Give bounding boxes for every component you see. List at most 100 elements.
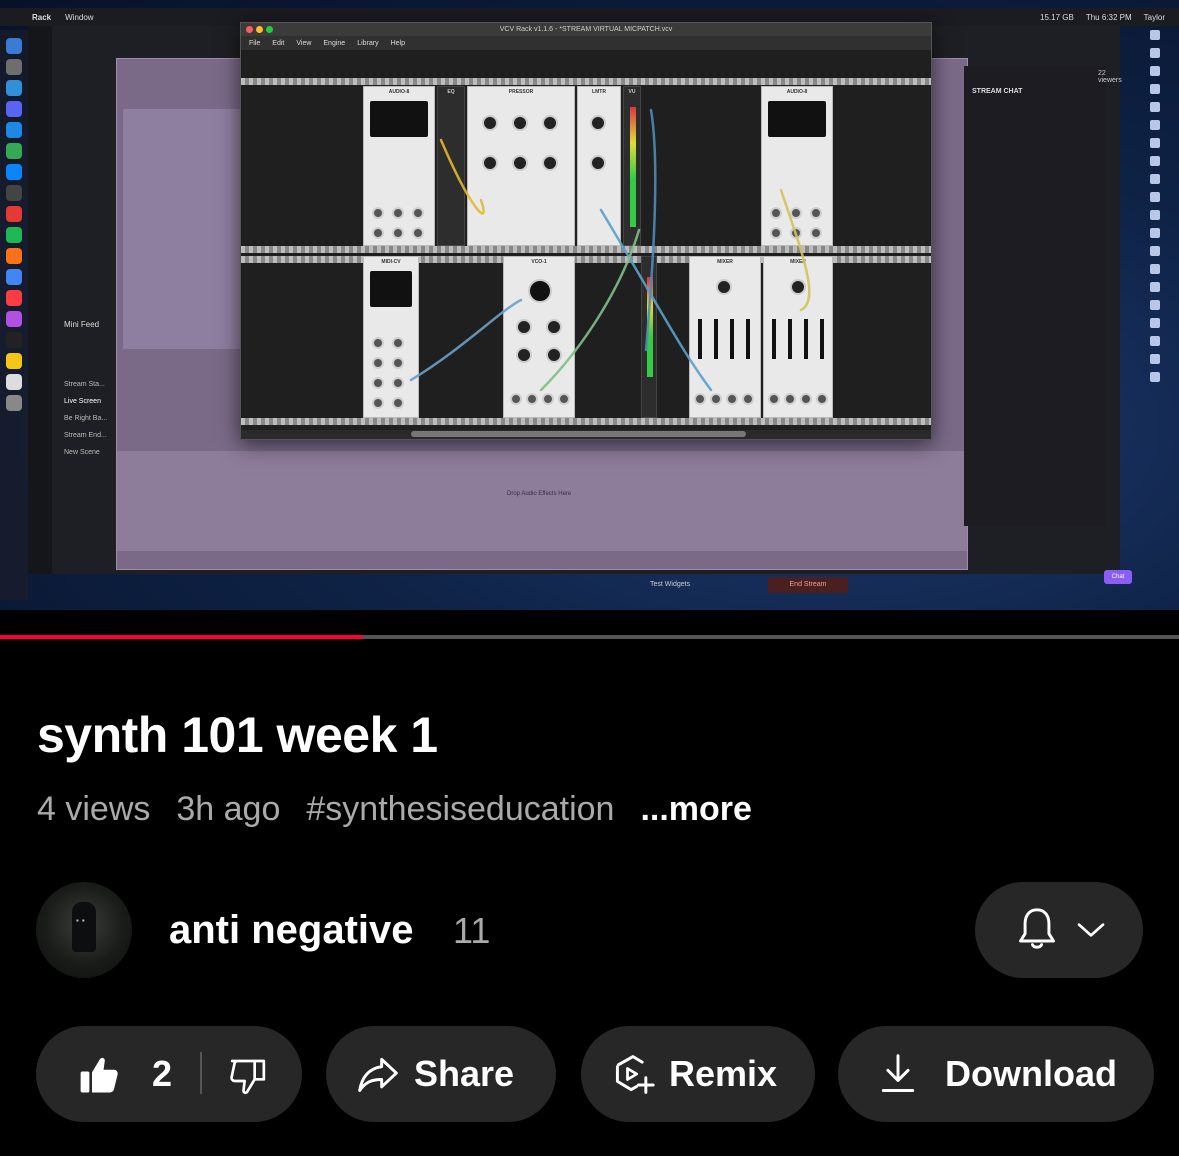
avatar-eyes: ▪▪ <box>76 916 88 925</box>
remix-button[interactable]: Remix <box>581 1026 815 1122</box>
menubar-clock: Thu 6:32 PM <box>1085 12 1132 22</box>
patch-cable <box>599 208 713 392</box>
rack-menu-item: View <box>296 39 312 47</box>
patch-cable <box>539 228 641 392</box>
close-dot-icon <box>246 26 253 33</box>
trash-icon <box>6 395 22 411</box>
zoom-dot-icon <box>266 26 273 33</box>
file-icon <box>1150 120 1160 130</box>
safari-icon <box>6 80 22 96</box>
channel-avatar[interactable]: ▪▪ <box>36 882 132 978</box>
chat-send-button: Chat <box>1104 570 1132 584</box>
file-icon <box>1150 210 1160 220</box>
viewer-count: 22 viewers <box>1098 70 1122 84</box>
scene-item: Stream Sta... <box>64 381 105 388</box>
tv-icon <box>6 332 22 348</box>
share-icon <box>358 1057 398 1092</box>
rack-area: AUDIO-8 EQ PRESSOR LMTR VU AUDIO-8 MIDI-… <box>241 50 931 430</box>
stream-chat-panel: STREAM CHAT <box>964 66 1106 526</box>
file-icon <box>1150 66 1160 76</box>
like-dislike-group: 2 <box>36 1026 302 1122</box>
ableton-live-icon <box>6 206 22 222</box>
menubar-user: Taylor <box>1143 12 1165 22</box>
video-meta[interactable]: 4 views 3h ago #synthesiseducation ...mo… <box>37 790 752 829</box>
rack-menu-item: Help <box>390 39 405 47</box>
vcv-rack-window: VCV Rack v1.1.6 - *STREAM VIRTUAL MICPAT… <box>240 22 932 440</box>
share-label: Share <box>414 1053 515 1094</box>
download-label: Download <box>945 1053 1117 1094</box>
podcasts-icon <box>6 311 22 327</box>
download-button[interactable]: Download <box>838 1026 1154 1122</box>
rack-menu-item: File <box>249 39 261 47</box>
spotify-icon <box>6 227 22 243</box>
hashtag-link[interactable]: #synthesiseducation <box>306 790 614 829</box>
rack-menubar: File Edit View Engine Library Help <box>241 36 931 50</box>
file-icon <box>1150 246 1160 256</box>
menubar-window: Window <box>65 12 94 22</box>
avatar-figure <box>72 902 96 952</box>
firefox-icon <box>6 248 22 264</box>
rack-menu-item: Engine <box>323 39 346 47</box>
patch-cables <box>409 108 811 392</box>
file-icon <box>1150 372 1160 382</box>
more-link[interactable]: ...more <box>640 790 751 829</box>
share-button[interactable]: Share <box>326 1026 556 1122</box>
minimize-dot-icon <box>256 26 263 33</box>
thumbs-down-icon[interactable] <box>228 1056 268 1096</box>
video-player[interactable]: Rack Window 15.17 GB Thu 6:32 PM Taylor <box>0 0 1179 610</box>
bell-icon <box>1019 908 1055 949</box>
file-icon <box>1150 192 1160 202</box>
scene-item: Live Screen <box>64 398 101 405</box>
progress-fill <box>0 635 364 639</box>
test-widgets-label: Test Widgets <box>650 581 691 588</box>
launchpad-icon <box>6 59 22 75</box>
rack-titlebar: VCV Rack v1.1.6 - *STREAM VIRTUAL MICPAT… <box>241 23 931 36</box>
scene-item: New Scene <box>64 449 100 456</box>
music-icon <box>6 290 22 306</box>
discord-icon <box>6 101 22 117</box>
appstore-icon <box>6 164 22 180</box>
menubar-storage: 15.17 GB <box>1040 12 1074 22</box>
file-icon <box>1150 174 1160 184</box>
like-count: 2 <box>152 1053 173 1094</box>
patch-cable <box>779 188 811 312</box>
maps-icon <box>6 143 22 159</box>
mail-icon <box>6 122 22 138</box>
file-icon <box>1150 264 1160 274</box>
like-divider <box>200 1052 202 1094</box>
patch-cable <box>409 298 523 382</box>
video-title: synth 101 week 1 <box>37 707 438 763</box>
file-icon <box>1150 228 1160 238</box>
chrome-icon <box>6 269 22 285</box>
thumbs-up-icon[interactable] <box>78 1054 120 1096</box>
remix-icon <box>615 1055 655 1094</box>
scene-item: Stream End... <box>64 432 107 439</box>
file-icon <box>1150 300 1160 310</box>
mini-feed-label: Mini Feed <box>64 320 100 329</box>
channel-name[interactable]: anti negative <box>169 908 414 953</box>
file-icon <box>1150 336 1160 346</box>
remix-label: Remix <box>669 1053 778 1094</box>
rack-scrollbar <box>411 431 746 437</box>
progress-bar[interactable] <box>0 635 1179 639</box>
scene-list: Stream Sta... Live Screen Be Right Ba...… <box>64 376 107 461</box>
live-browser <box>123 109 253 349</box>
view-count: 4 views <box>37 790 151 828</box>
chat-header: STREAM CHAT <box>972 88 1023 95</box>
document-icon <box>6 374 22 390</box>
live-device-area: Drop Audio Effects Here <box>117 451 967 551</box>
notification-subscribe-button[interactable] <box>975 882 1143 978</box>
patch-cable <box>439 138 485 215</box>
rack-menu-item: Edit <box>272 39 285 47</box>
file-icon <box>1150 138 1160 148</box>
file-icon <box>1150 318 1160 328</box>
file-icon <box>1150 84 1160 94</box>
menubar-app: Rack <box>32 12 52 22</box>
patch-cable <box>644 108 657 352</box>
file-icon <box>1150 156 1160 166</box>
file-icon <box>1150 354 1160 364</box>
app-icon <box>6 353 22 369</box>
file-icon <box>1150 30 1160 40</box>
file-icon <box>1150 282 1160 292</box>
channel-row: ▪▪ anti negative 11 <box>36 882 1146 978</box>
